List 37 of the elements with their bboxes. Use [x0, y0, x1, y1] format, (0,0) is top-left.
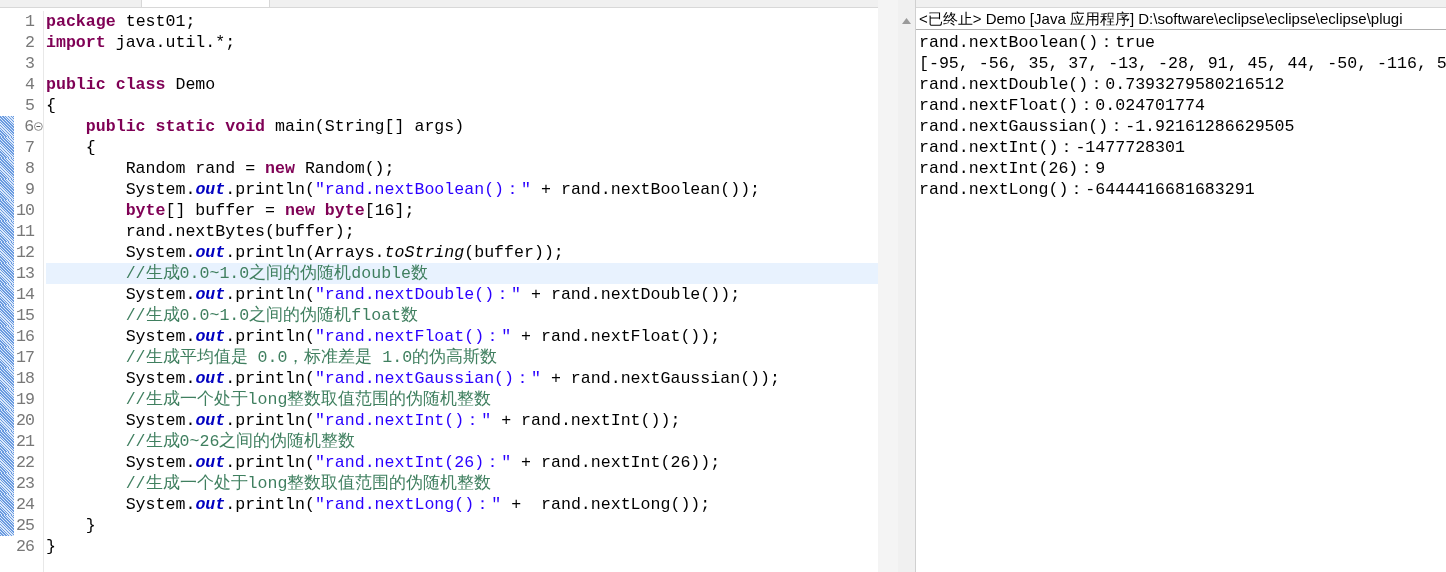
line-number: 25	[15, 515, 34, 536]
line-number: 22	[15, 452, 34, 473]
console-output-line: rand.nextInt()：-1477728301	[919, 137, 1186, 158]
line-number: 5	[24, 95, 34, 116]
console-output-line: rand.nextInt(26)：9	[919, 158, 1107, 179]
line-number: 23	[15, 473, 34, 494]
line-number: 12	[15, 242, 34, 263]
line-number: 9	[24, 179, 34, 200]
scroll-up-icon[interactable]	[902, 18, 911, 24]
collapse-icon[interactable]	[34, 122, 43, 131]
console-output-line: rand.nextFloat()：0.024701774	[919, 95, 1206, 116]
line-number: 1	[24, 11, 34, 32]
line-number: 13	[15, 263, 34, 284]
console-output-line: rand.nextGaussian()：-1.92161286629505	[919, 116, 1296, 137]
console-output-line: rand.nextLong()：-6444416681683291	[919, 179, 1256, 200]
line-number: 26	[15, 536, 34, 557]
line-number: 6	[23, 116, 34, 137]
line-number: 15	[15, 305, 34, 326]
line-number: 10	[15, 200, 34, 221]
console-header: <已终止> Demo [Java 应用程序] D:\software\eclipse\eclipse\eclipse\plugi	[916, 8, 1446, 30]
line-number: 24	[15, 494, 34, 515]
line-number: 8	[24, 158, 34, 179]
line-number: 20	[15, 410, 34, 431]
line-number: 7	[24, 137, 34, 158]
line-number: 4	[24, 74, 34, 95]
line-number: 2	[24, 32, 34, 53]
console-output-line: rand.nextBoolean()：true	[919, 32, 1157, 53]
line-number: 19	[15, 389, 34, 410]
line-number: 21	[15, 431, 34, 452]
line-number: 14	[15, 284, 34, 305]
line-number: 11	[15, 221, 34, 242]
line-number: 16	[15, 326, 34, 347]
console-output-line: rand.nextDouble()：0.7393279580216512	[919, 74, 1286, 95]
console-output-line: [-95, -56, 35, 37, -13, -28, 91, 45, 44, -50, -116, 5	[919, 53, 1446, 74]
line-number: 18	[15, 368, 34, 389]
line-number: 3	[24, 53, 34, 74]
line-number: 17	[15, 347, 34, 368]
